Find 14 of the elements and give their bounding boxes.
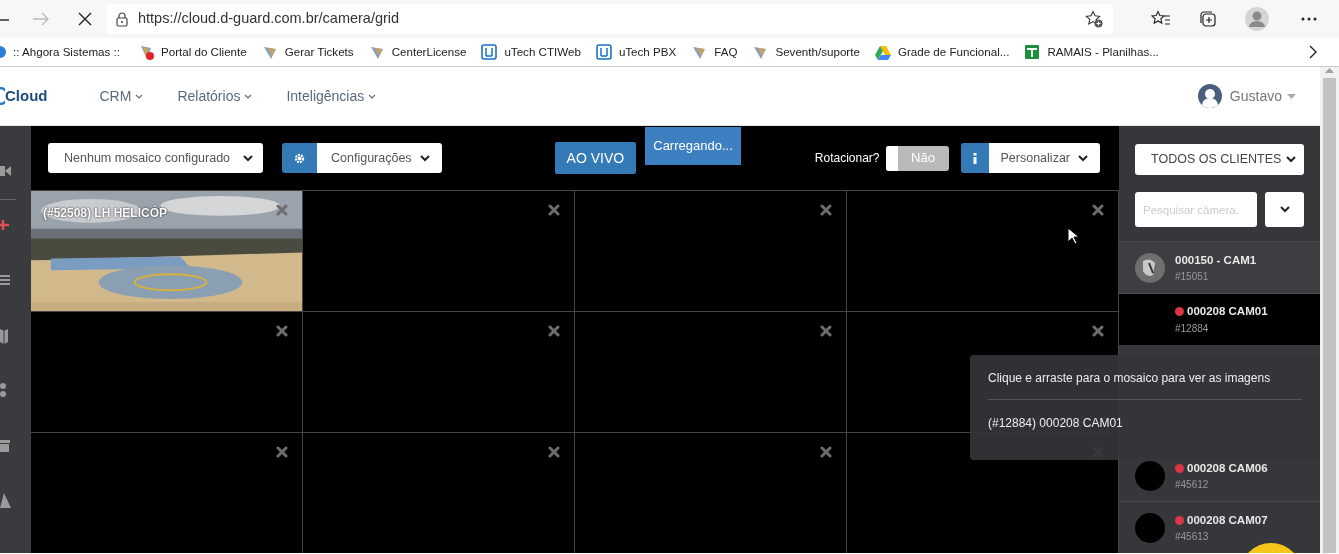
- camera-code: #12884: [1175, 321, 1210, 336]
- tooltip-hint: Clique e arraste para o mosaico para ver as imagens: [988, 369, 1302, 400]
- camera-code: #45612: [1175, 478, 1210, 493]
- rotate-label: Rotacionar?: [814, 150, 880, 167]
- camera-name: 000208 CAM07: [1187, 512, 1268, 528]
- camera-name: 000150 - CAM1: [1175, 252, 1257, 268]
- camera-code: #45613: [1175, 529, 1210, 544]
- tooltip-camera: (#12884) 000208 CAM01: [988, 415, 1124, 432]
- camera-name: 000208 CAM06: [1187, 460, 1268, 476]
- loading-toast: Carregando...: [645, 127, 741, 165]
- camera-name: 000208 CAM01: [1187, 304, 1268, 320]
- camera-title: (#52508) LH HELICÓP: [43, 204, 168, 222]
- logo-text: Cloud: [5, 85, 48, 106]
- camera-code: #15051: [1175, 269, 1210, 284]
